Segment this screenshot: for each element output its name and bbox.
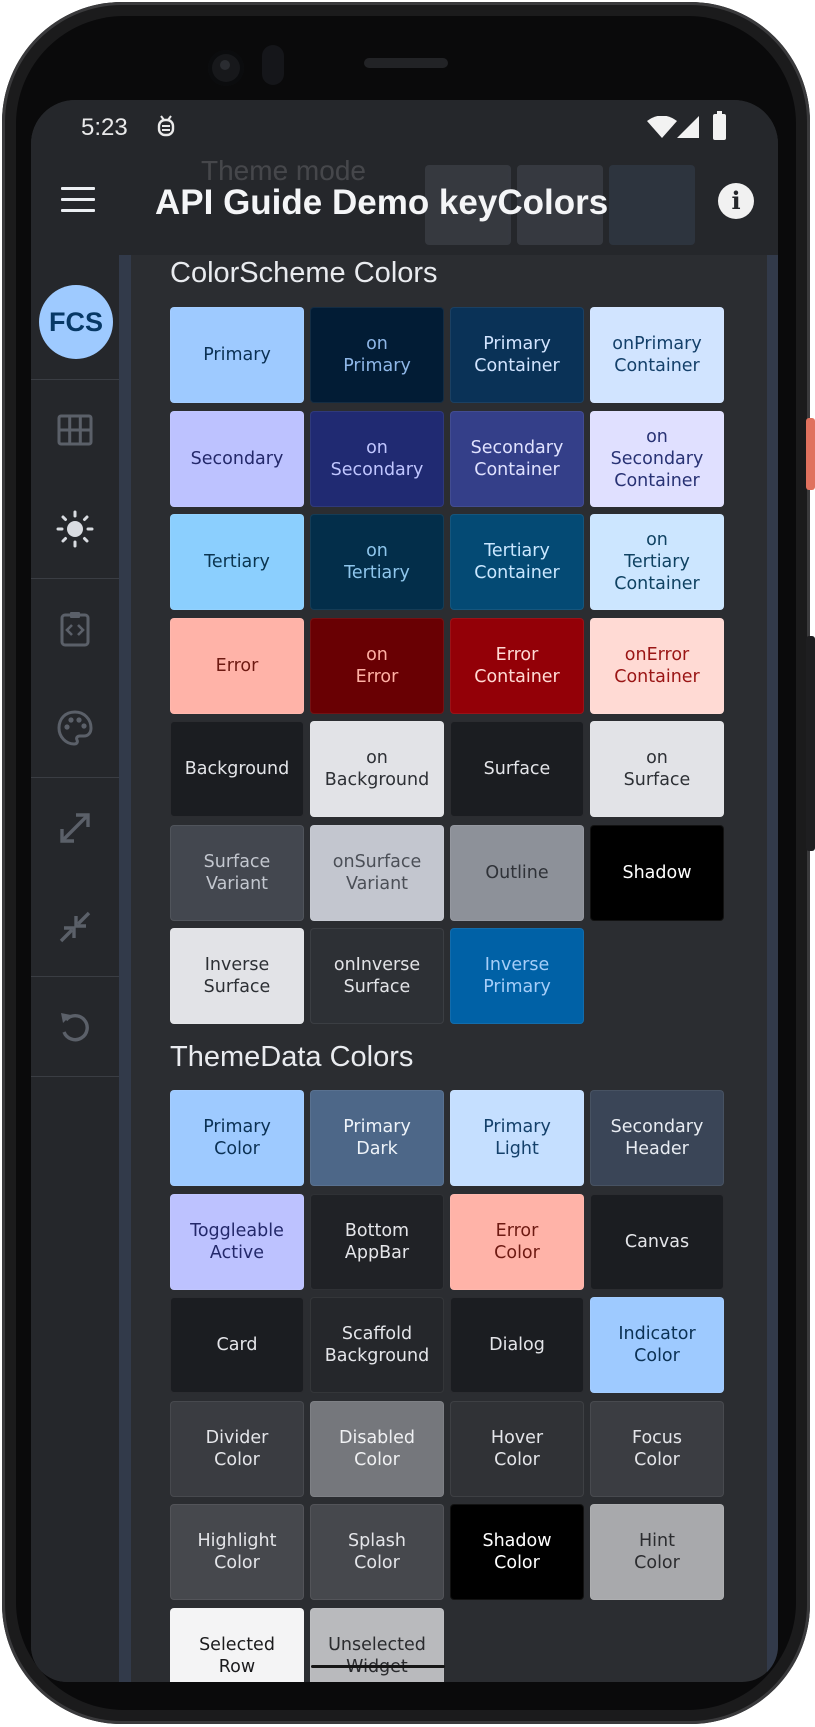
color-swatch[interactable]: Selected Row: [170, 1607, 304, 1682]
color-swatch[interactable]: Tertiary Container: [450, 514, 584, 610]
rail-divider: [31, 1076, 119, 1077]
color-swatch[interactable]: on Primary: [310, 307, 444, 403]
screen: 5:23 Theme mode API Guide Demo keyColors…: [31, 100, 778, 1682]
rail-item-theme[interactable]: [31, 479, 119, 578]
color-swatch[interactable]: Secondary: [170, 410, 304, 507]
content-border-left: [119, 255, 131, 1682]
color-swatch[interactable]: Error Color: [450, 1193, 584, 1290]
color-swatch[interactable]: Inverse Primary: [450, 928, 584, 1024]
color-swatch[interactable]: Shadow Color: [450, 1504, 584, 1600]
battery-icon: [713, 111, 726, 140]
wifi-icon: [647, 116, 677, 138]
navigation-rail: FCS: [31, 255, 119, 1682]
rail-item-grid[interactable]: [31, 380, 119, 479]
color-swatch[interactable]: Primary Color: [170, 1090, 304, 1186]
color-swatch[interactable]: Scaffold Background: [310, 1297, 444, 1393]
palette-icon: [57, 710, 93, 746]
status-bar: 5:23: [31, 100, 778, 155]
color-swatch[interactable]: Surface: [450, 721, 584, 817]
power-button: [806, 418, 815, 490]
cell-signal-icon: [677, 116, 699, 138]
color-swatch[interactable]: Shadow: [590, 824, 724, 921]
colorscheme-section-title: ColorScheme Colors: [170, 257, 438, 289]
reset-icon: [61, 1013, 89, 1042]
color-swatch[interactable]: Primary: [170, 307, 304, 403]
proximity-sensor: [262, 45, 284, 85]
info-icon[interactable]: i: [718, 183, 754, 219]
rail-item-palette[interactable]: [31, 678, 119, 777]
color-swatch[interactable]: on Surface: [590, 721, 724, 817]
color-swatch[interactable]: Disabled Color: [310, 1400, 444, 1497]
color-swatch[interactable]: Bottom AppBar: [310, 1193, 444, 1290]
color-swatch[interactable]: on Secondary: [310, 410, 444, 507]
code-clipboard-icon: [60, 612, 90, 647]
home-indicator: [311, 1665, 445, 1668]
themedata-section-title: ThemeData Colors: [170, 1041, 414, 1073]
rail-item-expand[interactable]: [31, 778, 119, 877]
color-swatch[interactable]: onSurface Variant: [310, 824, 444, 921]
color-swatch[interactable]: Tertiary: [170, 514, 304, 610]
app-bar: Theme mode API Guide Demo keyColors i: [31, 155, 778, 255]
color-swatch[interactable]: Divider Color: [170, 1400, 304, 1497]
color-swatch[interactable]: Focus Color: [590, 1400, 724, 1497]
color-swatch[interactable]: on Background: [310, 721, 444, 817]
rail-item-code[interactable]: [31, 579, 119, 678]
color-swatch[interactable]: Background: [170, 721, 304, 817]
color-swatch[interactable]: on Error: [310, 617, 444, 714]
rail-item-reset[interactable]: [31, 977, 119, 1076]
color-swatch[interactable]: onPrimary Container: [590, 307, 724, 403]
dark-mode-segment: [609, 165, 695, 245]
menu-icon[interactable]: [61, 187, 95, 215]
color-swatch[interactable]: Secondary Header: [590, 1090, 724, 1186]
color-swatch[interactable]: on Tertiary: [310, 514, 444, 610]
color-swatch[interactable]: Hover Color: [450, 1400, 584, 1497]
color-swatch[interactable]: Primary Light: [450, 1090, 584, 1186]
color-swatch[interactable]: Toggleable Active: [170, 1193, 304, 1290]
color-swatch[interactable]: Secondary Container: [450, 410, 584, 507]
status-time: 5:23: [81, 114, 128, 141]
content-border-right: [767, 255, 778, 1682]
color-swatch[interactable]: Card: [170, 1297, 304, 1393]
avatar[interactable]: FCS: [39, 285, 113, 359]
front-camera: [208, 50, 244, 86]
earpiece-speaker: [364, 58, 448, 68]
color-swatch[interactable]: Dialog: [450, 1297, 584, 1393]
color-swatch[interactable]: Inverse Surface: [170, 928, 304, 1024]
color-swatch[interactable]: Indicator Color: [590, 1297, 724, 1393]
color-swatch[interactable]: Primary Container: [450, 307, 584, 403]
color-swatch[interactable]: Error: [170, 617, 304, 714]
rail-item-collapse[interactable]: [31, 877, 119, 976]
color-swatch[interactable]: Primary Dark: [310, 1090, 444, 1186]
collapse-icon: [59, 911, 91, 943]
brightness-icon: [56, 510, 94, 548]
expand-icon: [60, 813, 90, 843]
color-swatch[interactable]: Splash Color: [310, 1504, 444, 1600]
color-swatch[interactable]: Hint Color: [590, 1504, 724, 1600]
page-title: API Guide Demo keyColors: [155, 183, 609, 222]
color-swatch[interactable]: Error Container: [450, 617, 584, 714]
color-swatch[interactable]: onError Container: [590, 617, 724, 714]
volume-button: [806, 636, 815, 851]
color-swatch[interactable]: Highlight Color: [170, 1504, 304, 1600]
color-swatch[interactable]: on Tertiary Container: [590, 514, 724, 610]
debug-icon: [157, 115, 175, 137]
grid-icon: [57, 414, 93, 446]
color-swatch[interactable]: Unselected Widget: [310, 1607, 444, 1682]
color-swatch[interactable]: onInverse Surface: [310, 928, 444, 1024]
color-swatch[interactable]: Outline: [450, 824, 584, 921]
color-swatch[interactable]: on Secondary Container: [590, 410, 724, 507]
color-swatch[interactable]: Canvas: [590, 1193, 724, 1290]
color-swatch[interactable]: Surface Variant: [170, 824, 304, 921]
